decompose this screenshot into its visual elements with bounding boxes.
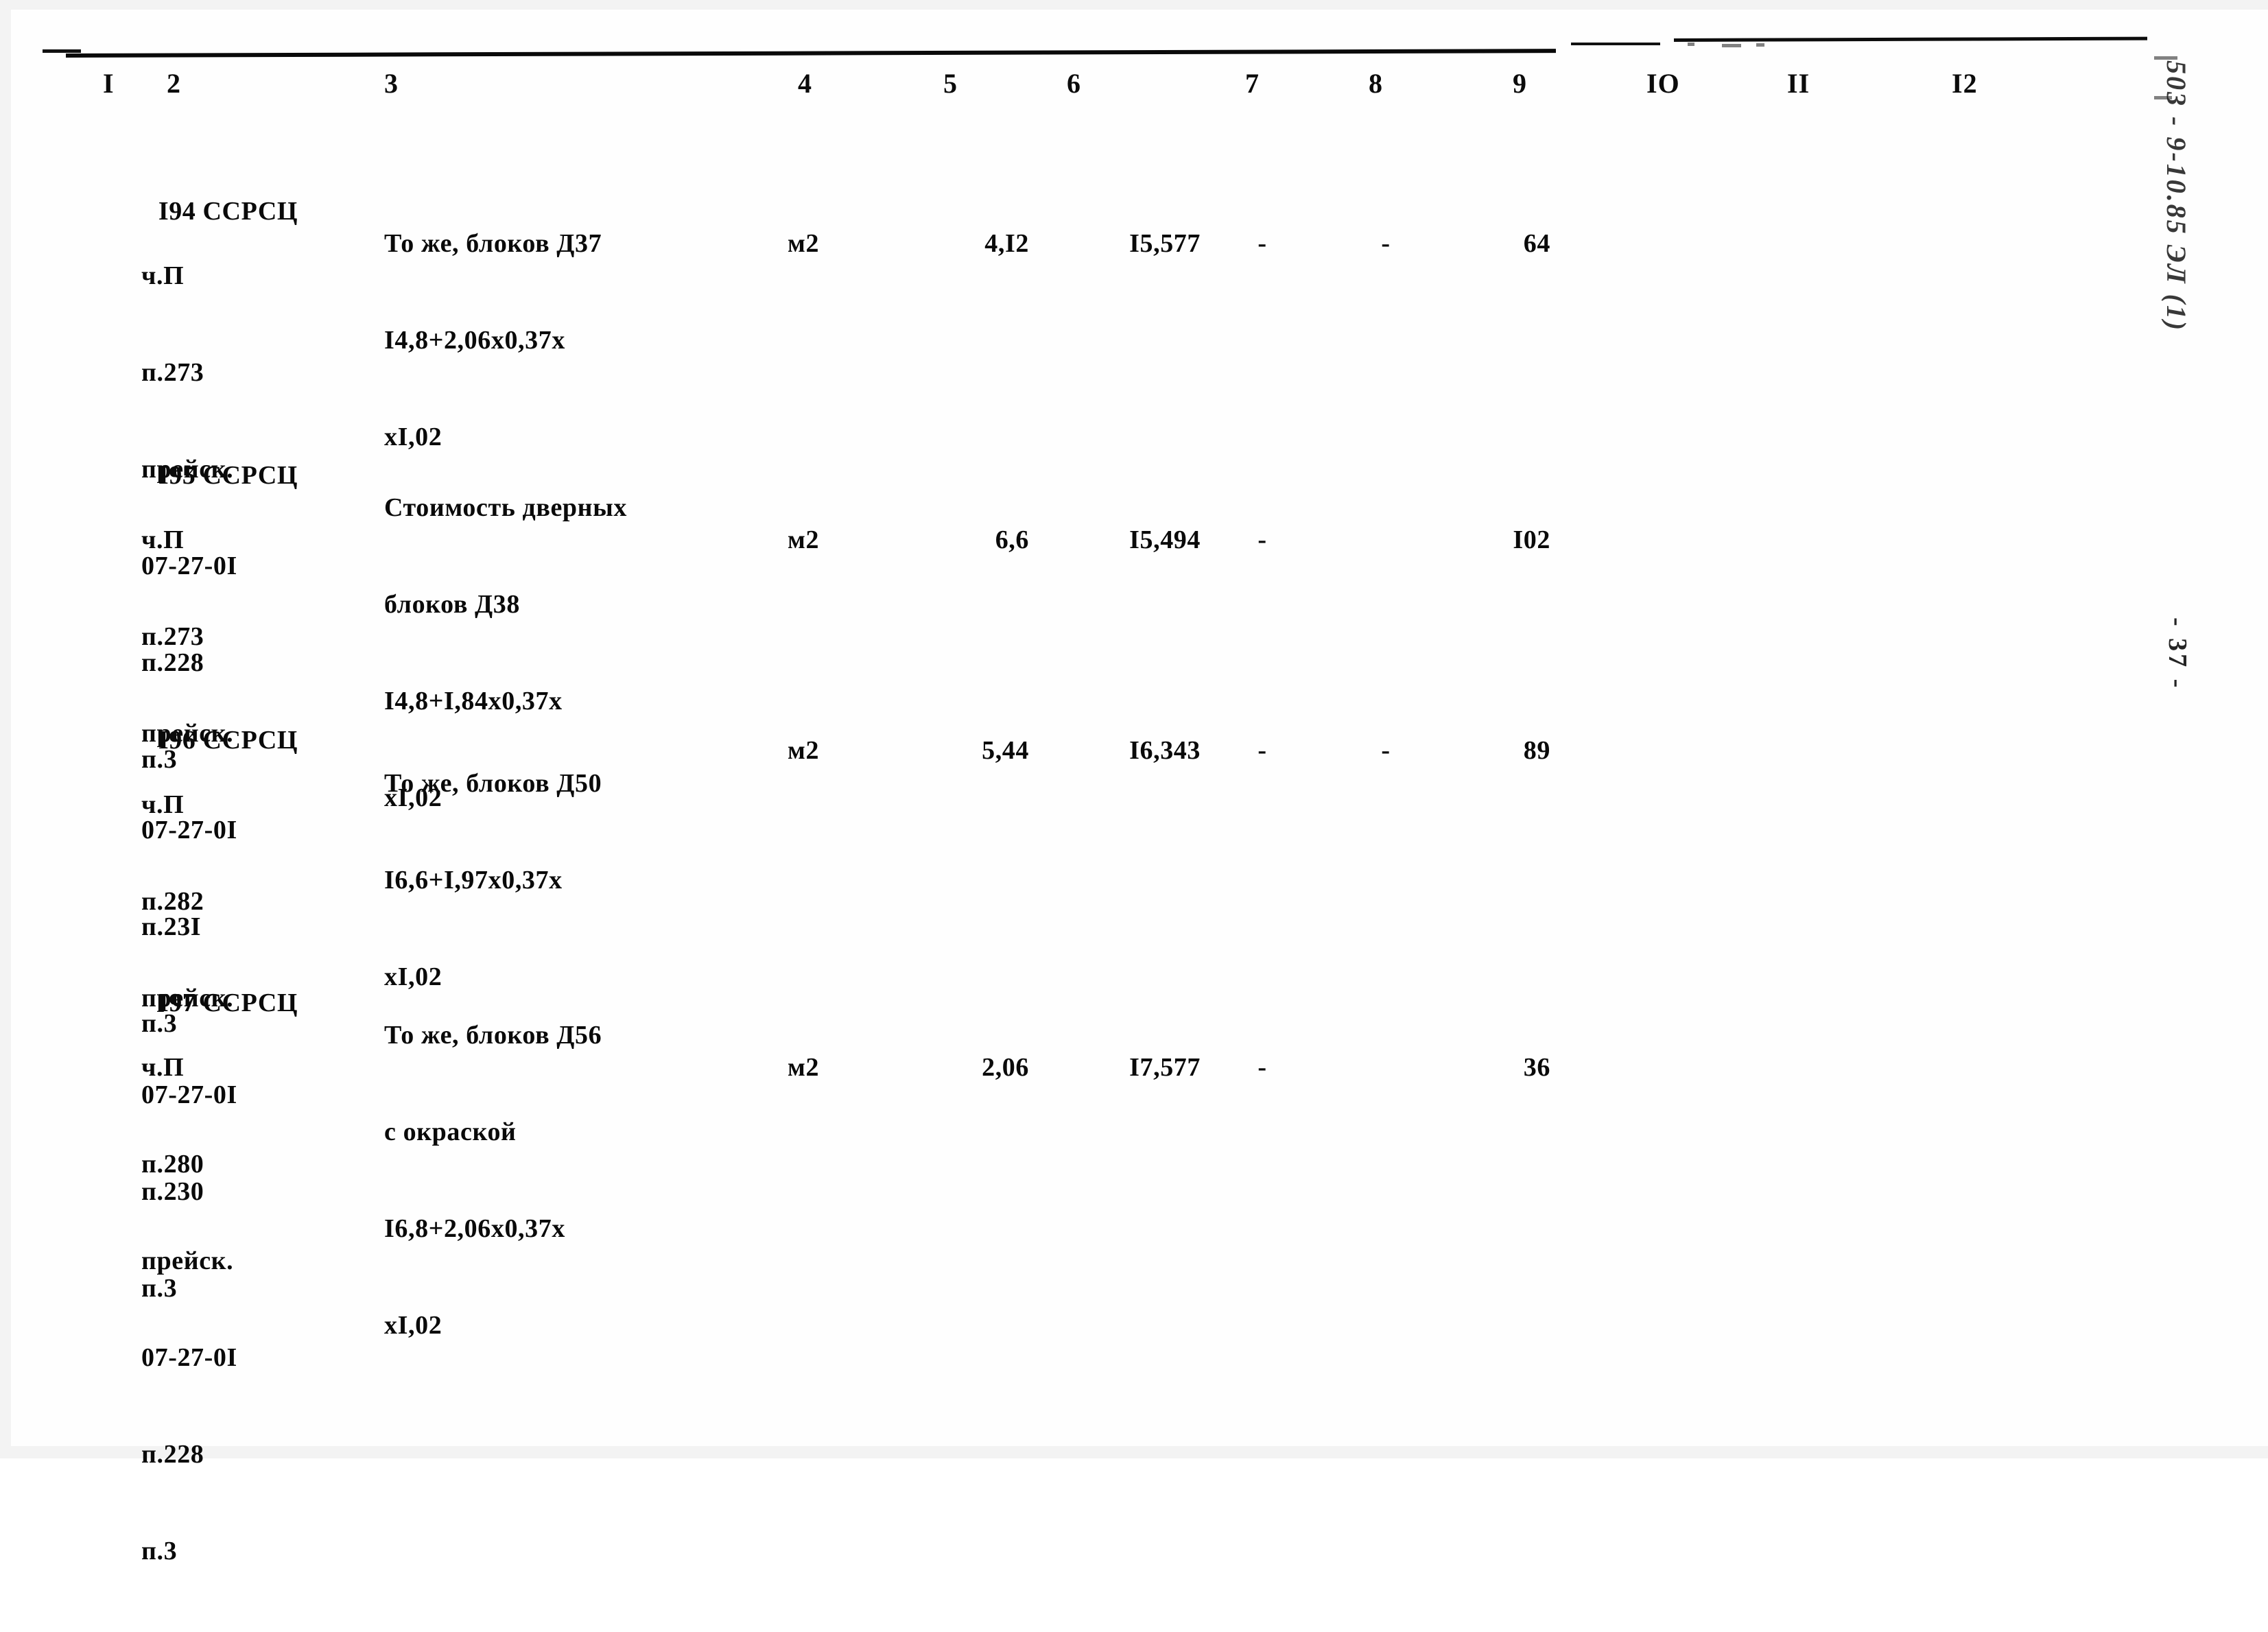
row-code-line-3: прейск. [141, 1246, 234, 1275]
row-description-line-1: с окраской [384, 1117, 517, 1146]
row-price: I6,343 [1129, 736, 1201, 765]
row-quantity: 5,44 [982, 736, 1029, 765]
row-col8: - [1381, 229, 1391, 258]
row-code-line-0: ССРСЦ [202, 197, 298, 226]
row-description-line-1: блоков Д38 [384, 590, 520, 619]
row-price: I5,577 [1129, 229, 1201, 258]
scan-speck [1722, 44, 1741, 47]
row-description-line-0: То же, блоков Д50 [384, 769, 602, 798]
row-col7: - [1257, 229, 1267, 258]
row-description-line-0: Стоимость дверных [384, 493, 628, 522]
page-number-margin: - 37 - [2163, 617, 2192, 691]
row-description-line-1: I4,8+2,06х0,37х [384, 326, 565, 355]
row-description-line-1: I6,6+I,97х0,37х [384, 866, 563, 895]
row-col9: 36 [1523, 1053, 1550, 1082]
scan-speck [1688, 43, 1694, 46]
scan-speck [2154, 96, 2172, 99]
row-quantity: 4,I2 [984, 229, 1029, 258]
row-code-line-0: ССРСЦ [202, 726, 298, 755]
row-unit: м2 [788, 736, 820, 765]
row-description-line-0: То же, блоков Д37 [384, 229, 602, 258]
row-unit: м2 [788, 525, 820, 554]
row-col7: - [1257, 1053, 1267, 1082]
row-code-line-0: ССРСЦ [202, 989, 298, 1017]
row-col7: - [1257, 525, 1267, 554]
row-unit: м2 [788, 1053, 820, 1082]
row-code-line-1: ч.П [141, 790, 185, 819]
row-number: I96 [158, 726, 196, 755]
row-quantity: 6,6 [995, 525, 1029, 554]
row-description-line-0: То же, блоков Д56 [384, 1021, 602, 1050]
row-col9: I02 [1513, 525, 1550, 554]
row-code-line-2: п.280 [141, 1150, 204, 1179]
row-col9: 89 [1523, 736, 1550, 765]
row-quantity: 2,06 [982, 1053, 1029, 1082]
table-body: I94 ССРСЦ ч.П п.273 прейск. 07-27-0I п.2… [0, 0, 2268, 1565]
row-col9: 64 [1523, 229, 1550, 258]
row-price: I7,577 [1129, 1053, 1201, 1082]
row-price: I5,494 [1129, 525, 1201, 554]
row-code-line-2: п.282 [141, 887, 204, 916]
row-col7: - [1257, 736, 1267, 765]
scanned-page: I 2 3 4 5 6 7 8 9 IO II I2 I94 ССРСЦ ч.П… [0, 0, 2268, 1565]
row-code-line-0: ССРСЦ [202, 461, 298, 490]
row-number: I97 [158, 989, 196, 1017]
row-code-line-4: 07-27-0I [141, 1343, 237, 1372]
row-unit: м2 [788, 229, 820, 258]
row-code-line-6: п.3 [141, 1537, 178, 1565]
scan-speck [2154, 56, 2177, 60]
row-code-block: I97 ССРСЦ ч.П п.280 прейск. 07-27-0I п.2… [103, 955, 298, 1632]
row-code-line-1: ч.П [141, 1053, 185, 1082]
row-code-line-2: п.273 [141, 622, 204, 651]
row-code-line-1: ч.П [141, 525, 185, 554]
row-number: I94 [158, 197, 196, 226]
row-description-line-3: хI,02 [384, 1311, 442, 1340]
row-description-line-2: I6,8+2,06х0,37х [384, 1214, 565, 1243]
margin-stamp: 503 - 9-10.85 ЭЛ (1) [2161, 60, 2192, 333]
row-code-line-2: п.273 [141, 358, 204, 387]
row-number: I95 [158, 461, 196, 490]
row-code-line-1: ч.П [141, 261, 185, 290]
row-code-line-5: п.228 [141, 1440, 204, 1469]
row-description-block: То же, блоков Д56 с окраской I6,8+2,06х0… [384, 955, 602, 1406]
row-col8: - [1381, 736, 1391, 765]
scan-speck [1756, 43, 1764, 47]
